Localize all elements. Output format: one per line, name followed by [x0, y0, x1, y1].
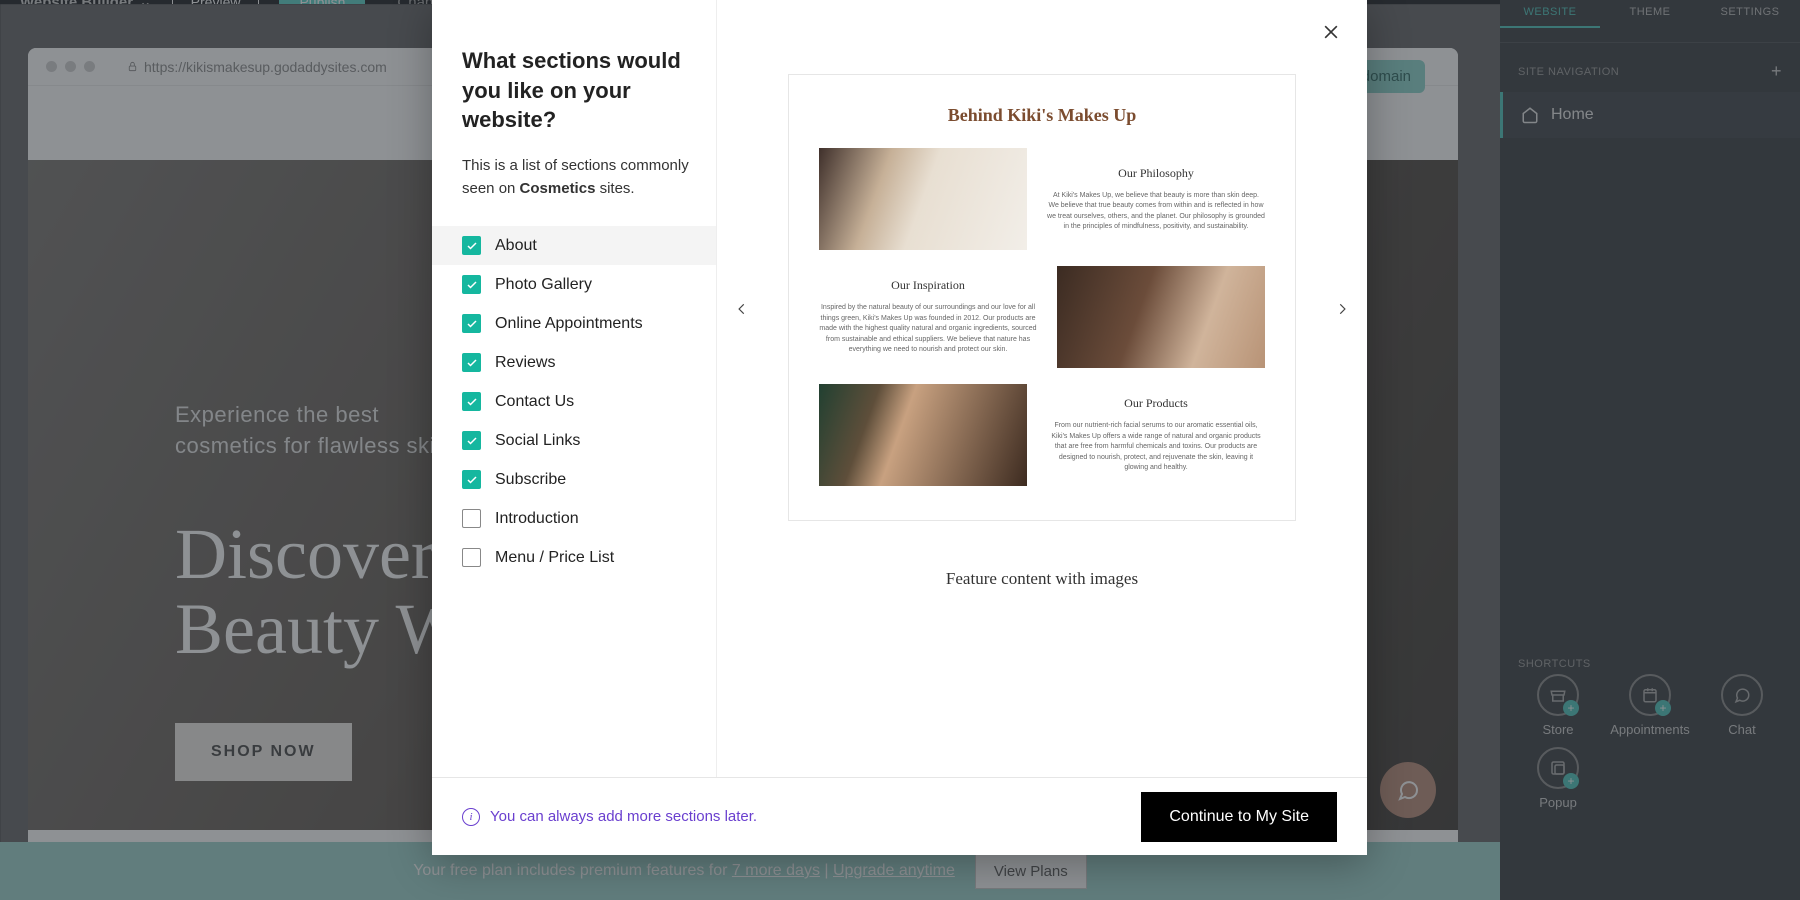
section-option-social-links[interactable]: Social Links — [432, 421, 716, 460]
section-label: Introduction — [495, 510, 579, 528]
section-option-photo-gallery[interactable]: Photo Gallery — [432, 265, 716, 304]
preview-image — [1057, 266, 1265, 368]
preview-image — [819, 148, 1027, 250]
close-button[interactable] — [1321, 22, 1341, 47]
section-label: Social Links — [495, 432, 580, 450]
section-label: About — [495, 237, 537, 255]
section-option-menu-price-list[interactable]: Menu / Price List — [432, 538, 716, 577]
section-option-subscribe[interactable]: Subscribe — [432, 460, 716, 499]
sections-modal: What sections would you like on your web… — [432, 0, 1367, 855]
info-icon: i — [462, 808, 480, 826]
preview-block-body: Inspired by the natural beauty of our su… — [819, 303, 1037, 356]
section-option-about[interactable]: About — [432, 226, 716, 265]
continue-button[interactable]: Continue to My Site — [1141, 792, 1337, 842]
section-label: Photo Gallery — [495, 276, 592, 294]
checkbox-icon[interactable] — [462, 236, 481, 255]
section-option-contact-us[interactable]: Contact Us — [432, 382, 716, 421]
checkbox-icon[interactable] — [462, 470, 481, 489]
checkbox-icon[interactable] — [462, 353, 481, 372]
section-option-introduction[interactable]: Introduction — [432, 499, 716, 538]
modal-preview-area: Behind Kiki's Makes Up Our Philosophy At… — [717, 0, 1367, 777]
close-icon — [1321, 22, 1341, 42]
checkbox-icon[interactable] — [462, 392, 481, 411]
section-label: Online Appointments — [495, 315, 643, 333]
section-label: Reviews — [495, 354, 555, 372]
preview-block-body: At Kiki's Makes Up, we believe that beau… — [1047, 191, 1265, 233]
modal-subtitle: This is a list of sections commonly seen… — [462, 155, 694, 200]
section-preview-card: Behind Kiki's Makes Up Our Philosophy At… — [788, 74, 1296, 521]
section-label: Menu / Price List — [495, 549, 614, 567]
sections-list: About Photo Gallery Online Appointments … — [432, 226, 716, 577]
modal-title: What sections would you like on your web… — [462, 46, 694, 135]
checkbox-icon[interactable] — [462, 548, 481, 567]
checkbox-icon[interactable] — [462, 275, 481, 294]
preview-next-button[interactable] — [1325, 286, 1359, 332]
preview-block-title: Our Products — [1047, 396, 1265, 411]
preview-heading: Behind Kiki's Makes Up — [819, 105, 1265, 126]
modal-footer: i You can always add more sections later… — [432, 777, 1367, 855]
section-label: Subscribe — [495, 471, 566, 489]
preview-block-title: Our Inspiration — [819, 278, 1037, 293]
preview-caption: Feature content with images — [788, 569, 1296, 589]
preview-prev-button[interactable] — [725, 286, 759, 332]
checkbox-icon[interactable] — [462, 509, 481, 528]
chevron-left-icon — [735, 302, 749, 316]
preview-block-body: From our nutrient-rich facial serums to … — [1047, 421, 1265, 474]
preview-block-title: Our Philosophy — [1047, 166, 1265, 181]
modal-sidebar: What sections would you like on your web… — [432, 0, 717, 777]
section-label: Contact Us — [495, 393, 574, 411]
footer-info-note: i You can always add more sections later… — [462, 808, 757, 826]
section-option-reviews[interactable]: Reviews — [432, 343, 716, 382]
checkbox-icon[interactable] — [462, 314, 481, 333]
checkbox-icon[interactable] — [462, 431, 481, 450]
chevron-right-icon — [1335, 302, 1349, 316]
section-option-online-appointments[interactable]: Online Appointments — [432, 304, 716, 343]
preview-image — [819, 384, 1027, 486]
